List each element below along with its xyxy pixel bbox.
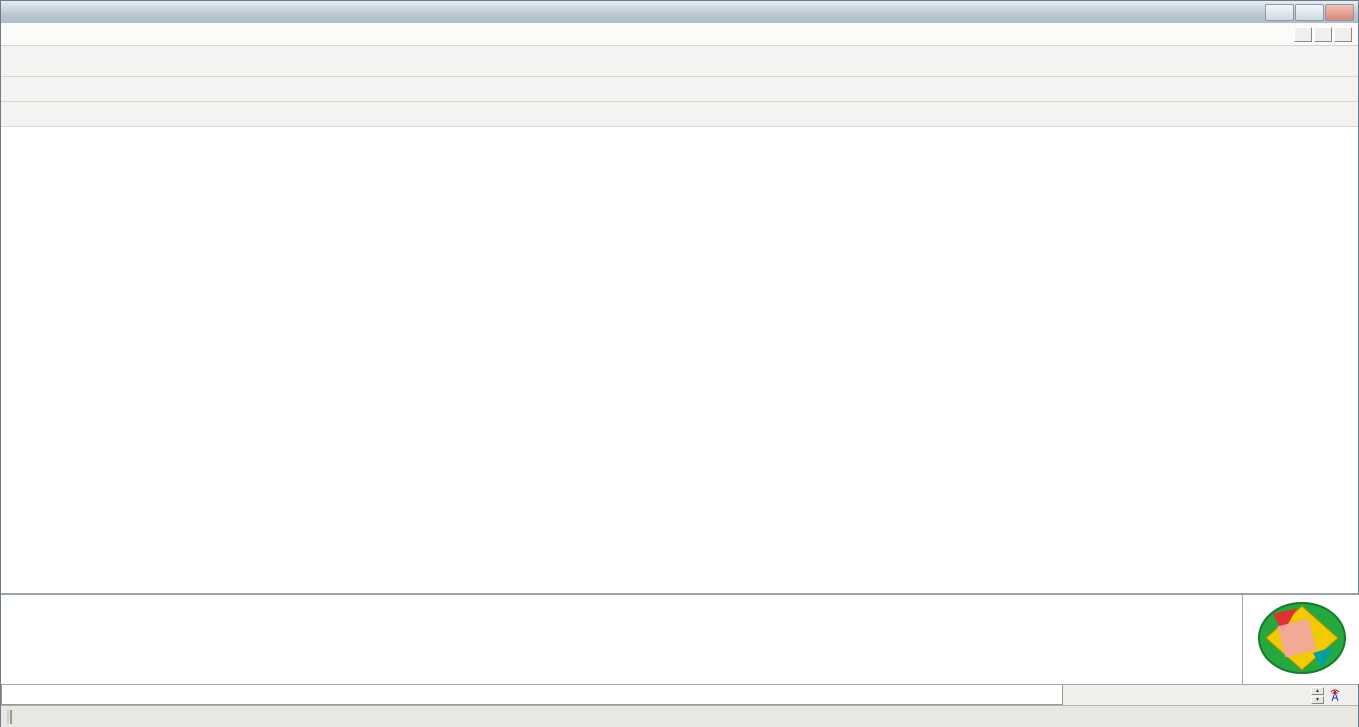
mdi-restore-button[interactable] <box>1314 27 1332 42</box>
gann360-logo <box>1242 595 1359 684</box>
gann360-logo-image <box>1243 595 1359 684</box>
period-spinner: ▲ ▼ <box>1311 687 1324 704</box>
app-window: ▲ ▼ <box>0 0 1359 727</box>
restore-button[interactable] <box>1295 4 1324 21</box>
drawing-toolbar <box>1 102 1358 127</box>
icon-toolbar <box>1 77 1358 102</box>
macd-chart[interactable] <box>1 595 1242 684</box>
statusbar <box>1 705 1358 727</box>
window-controls <box>1265 4 1354 21</box>
quotebar: ▲ ▼ <box>1 684 1358 705</box>
chart-region[interactable] <box>1 127 1358 593</box>
market-quote-field <box>1 685 1063 705</box>
minimize-button[interactable] <box>1265 4 1294 21</box>
spinner-down-button[interactable]: ▼ <box>1311 696 1324 704</box>
kline-chart[interactable] <box>1 127 1359 593</box>
mdi-close-button[interactable] <box>1334 27 1352 42</box>
mdi-controls <box>1294 27 1352 42</box>
mdi-minimize-button[interactable] <box>1294 27 1312 42</box>
spinner-up-button[interactable]: ▲ <box>1311 687 1324 695</box>
statusbar-grip <box>7 710 12 724</box>
quotebar-right: ▲ ▼ <box>1063 687 1358 704</box>
close-button[interactable] <box>1325 4 1354 21</box>
menubar <box>1 23 1358 46</box>
main-toolbar <box>1 46 1358 77</box>
titlebar <box>1 1 1358 23</box>
macd-region[interactable] <box>1 593 1358 684</box>
antenna-icon <box>1328 688 1342 702</box>
